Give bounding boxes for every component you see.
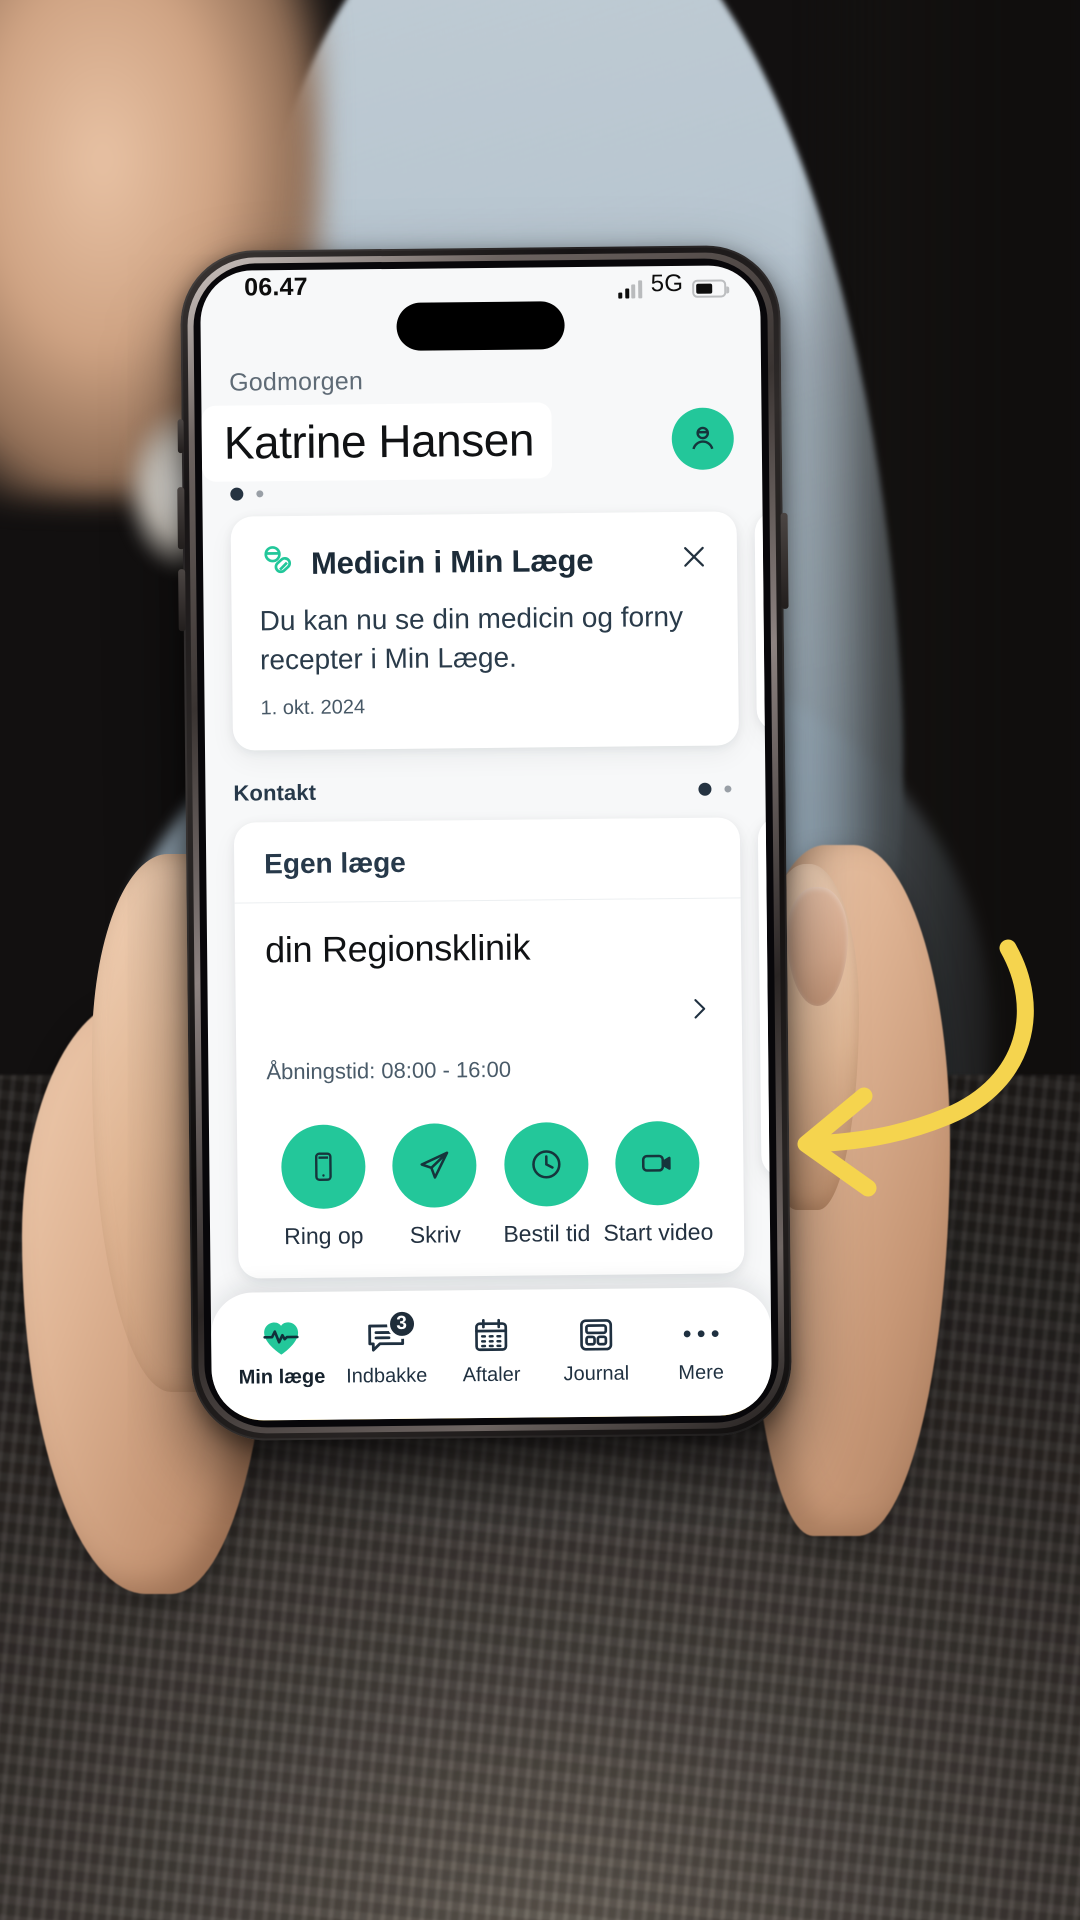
bottom-tab-bar: Min læge 3 Indbakke Aftaler Journal Mere — [210, 1287, 773, 1421]
contact-actions-row: Ring op Skriv Bestil tid Start video — [237, 1099, 745, 1279]
tab-label: Indbakke — [346, 1364, 428, 1388]
action-label: Start video — [603, 1219, 714, 1247]
pills-icon — [259, 542, 297, 585]
phone-screen: 06.47 5G Godmorgen Katrine Hansen Medici… — [199, 265, 773, 1421]
volume-up-button[interactable] — [177, 487, 185, 550]
silent-switch[interactable] — [177, 419, 184, 454]
contact-pagination-dots[interactable] — [698, 782, 732, 796]
chat-bubble-icon: 3 — [334, 1308, 439, 1364]
action-ring-op[interactable]: Ring op — [267, 1124, 380, 1251]
news-pagination-dots[interactable] — [230, 487, 264, 501]
news-card-title: Medicin i Min Læge — [310, 542, 594, 581]
ellipsis-icon — [648, 1307, 753, 1360]
contact-section-title: Kontakt — [233, 780, 317, 807]
chevron-right-icon[interactable] — [686, 991, 712, 1032]
tab-label: Aftaler — [462, 1363, 521, 1387]
tab-indbakke[interactable]: 3 Indbakke — [334, 1308, 440, 1389]
tab-min-laege[interactable]: Min læge — [229, 1312, 335, 1390]
name-row: Katrine Hansen — [201, 392, 762, 482]
news-card-date: 1. okt. 2024 — [260, 696, 366, 720]
tab-aftaler[interactable]: Aftaler — [438, 1309, 544, 1387]
news-carousel[interactable]: Medicin i Min Læge Du kan nu se din medi… — [202, 495, 773, 752]
action-start-video[interactable]: Start video — [601, 1121, 714, 1247]
status-time: 06.47 — [244, 272, 308, 302]
clinic-name: din Regionsklinik — [264, 926, 531, 971]
user-name: Katrine Hansen — [201, 402, 553, 482]
user-avatar-icon[interactable] — [671, 407, 735, 471]
news-card-medicine[interactable]: Medicin i Min Læge Du kan nu se din medi… — [230, 511, 739, 752]
action-label: Ring op — [284, 1222, 364, 1250]
tab-label: Journal — [563, 1362, 630, 1386]
action-skriv[interactable]: Skriv — [378, 1123, 491, 1249]
action-label: Bestil tid — [503, 1220, 591, 1248]
contact-carousel[interactable]: Egen læge din Regionsklinik Åbningstid: … — [206, 801, 773, 1279]
app-content-scroll[interactable]: Godmorgen Katrine Hansen Medicin i Min L… — [200, 299, 773, 1421]
calendar-icon — [438, 1309, 543, 1362]
grid-layout-icon — [543, 1308, 648, 1361]
contact-card-header: Egen læge — [264, 847, 406, 880]
video-camera-icon — [615, 1121, 701, 1207]
tab-label: Min læge — [238, 1365, 326, 1389]
clock-icon — [503, 1122, 589, 1208]
volume-down-button[interactable] — [178, 569, 186, 632]
tab-journal[interactable]: Journal — [543, 1308, 649, 1386]
inbox-badge: 3 — [386, 1308, 417, 1340]
signal-bars-icon — [618, 280, 642, 299]
news-card-body: Du kan nu se din medicin og forny recept… — [259, 600, 684, 676]
opening-hours: Åbningstid: 08:00 - 16:00 — [266, 1057, 512, 1085]
contact-card-own-doctor[interactable]: Egen læge din Regionsklinik Åbningstid: … — [233, 817, 745, 1279]
power-button[interactable] — [780, 512, 789, 609]
phone-device: 06.47 5G Godmorgen Katrine Hansen Medici… — [177, 244, 793, 1442]
phone-icon — [280, 1124, 366, 1210]
paper-plane-icon — [392, 1123, 478, 1209]
dynamic-island — [396, 301, 565, 351]
tab-label: Mere — [678, 1361, 725, 1385]
action-bestil-tid[interactable]: Bestil tid — [490, 1122, 603, 1248]
close-icon[interactable] — [679, 542, 709, 577]
heart-pulse-icon — [229, 1312, 334, 1365]
tab-mere[interactable]: Mere — [648, 1307, 754, 1385]
network-label: 5G — [650, 269, 684, 298]
battery-icon — [692, 279, 727, 298]
action-label: Skriv — [409, 1221, 462, 1249]
